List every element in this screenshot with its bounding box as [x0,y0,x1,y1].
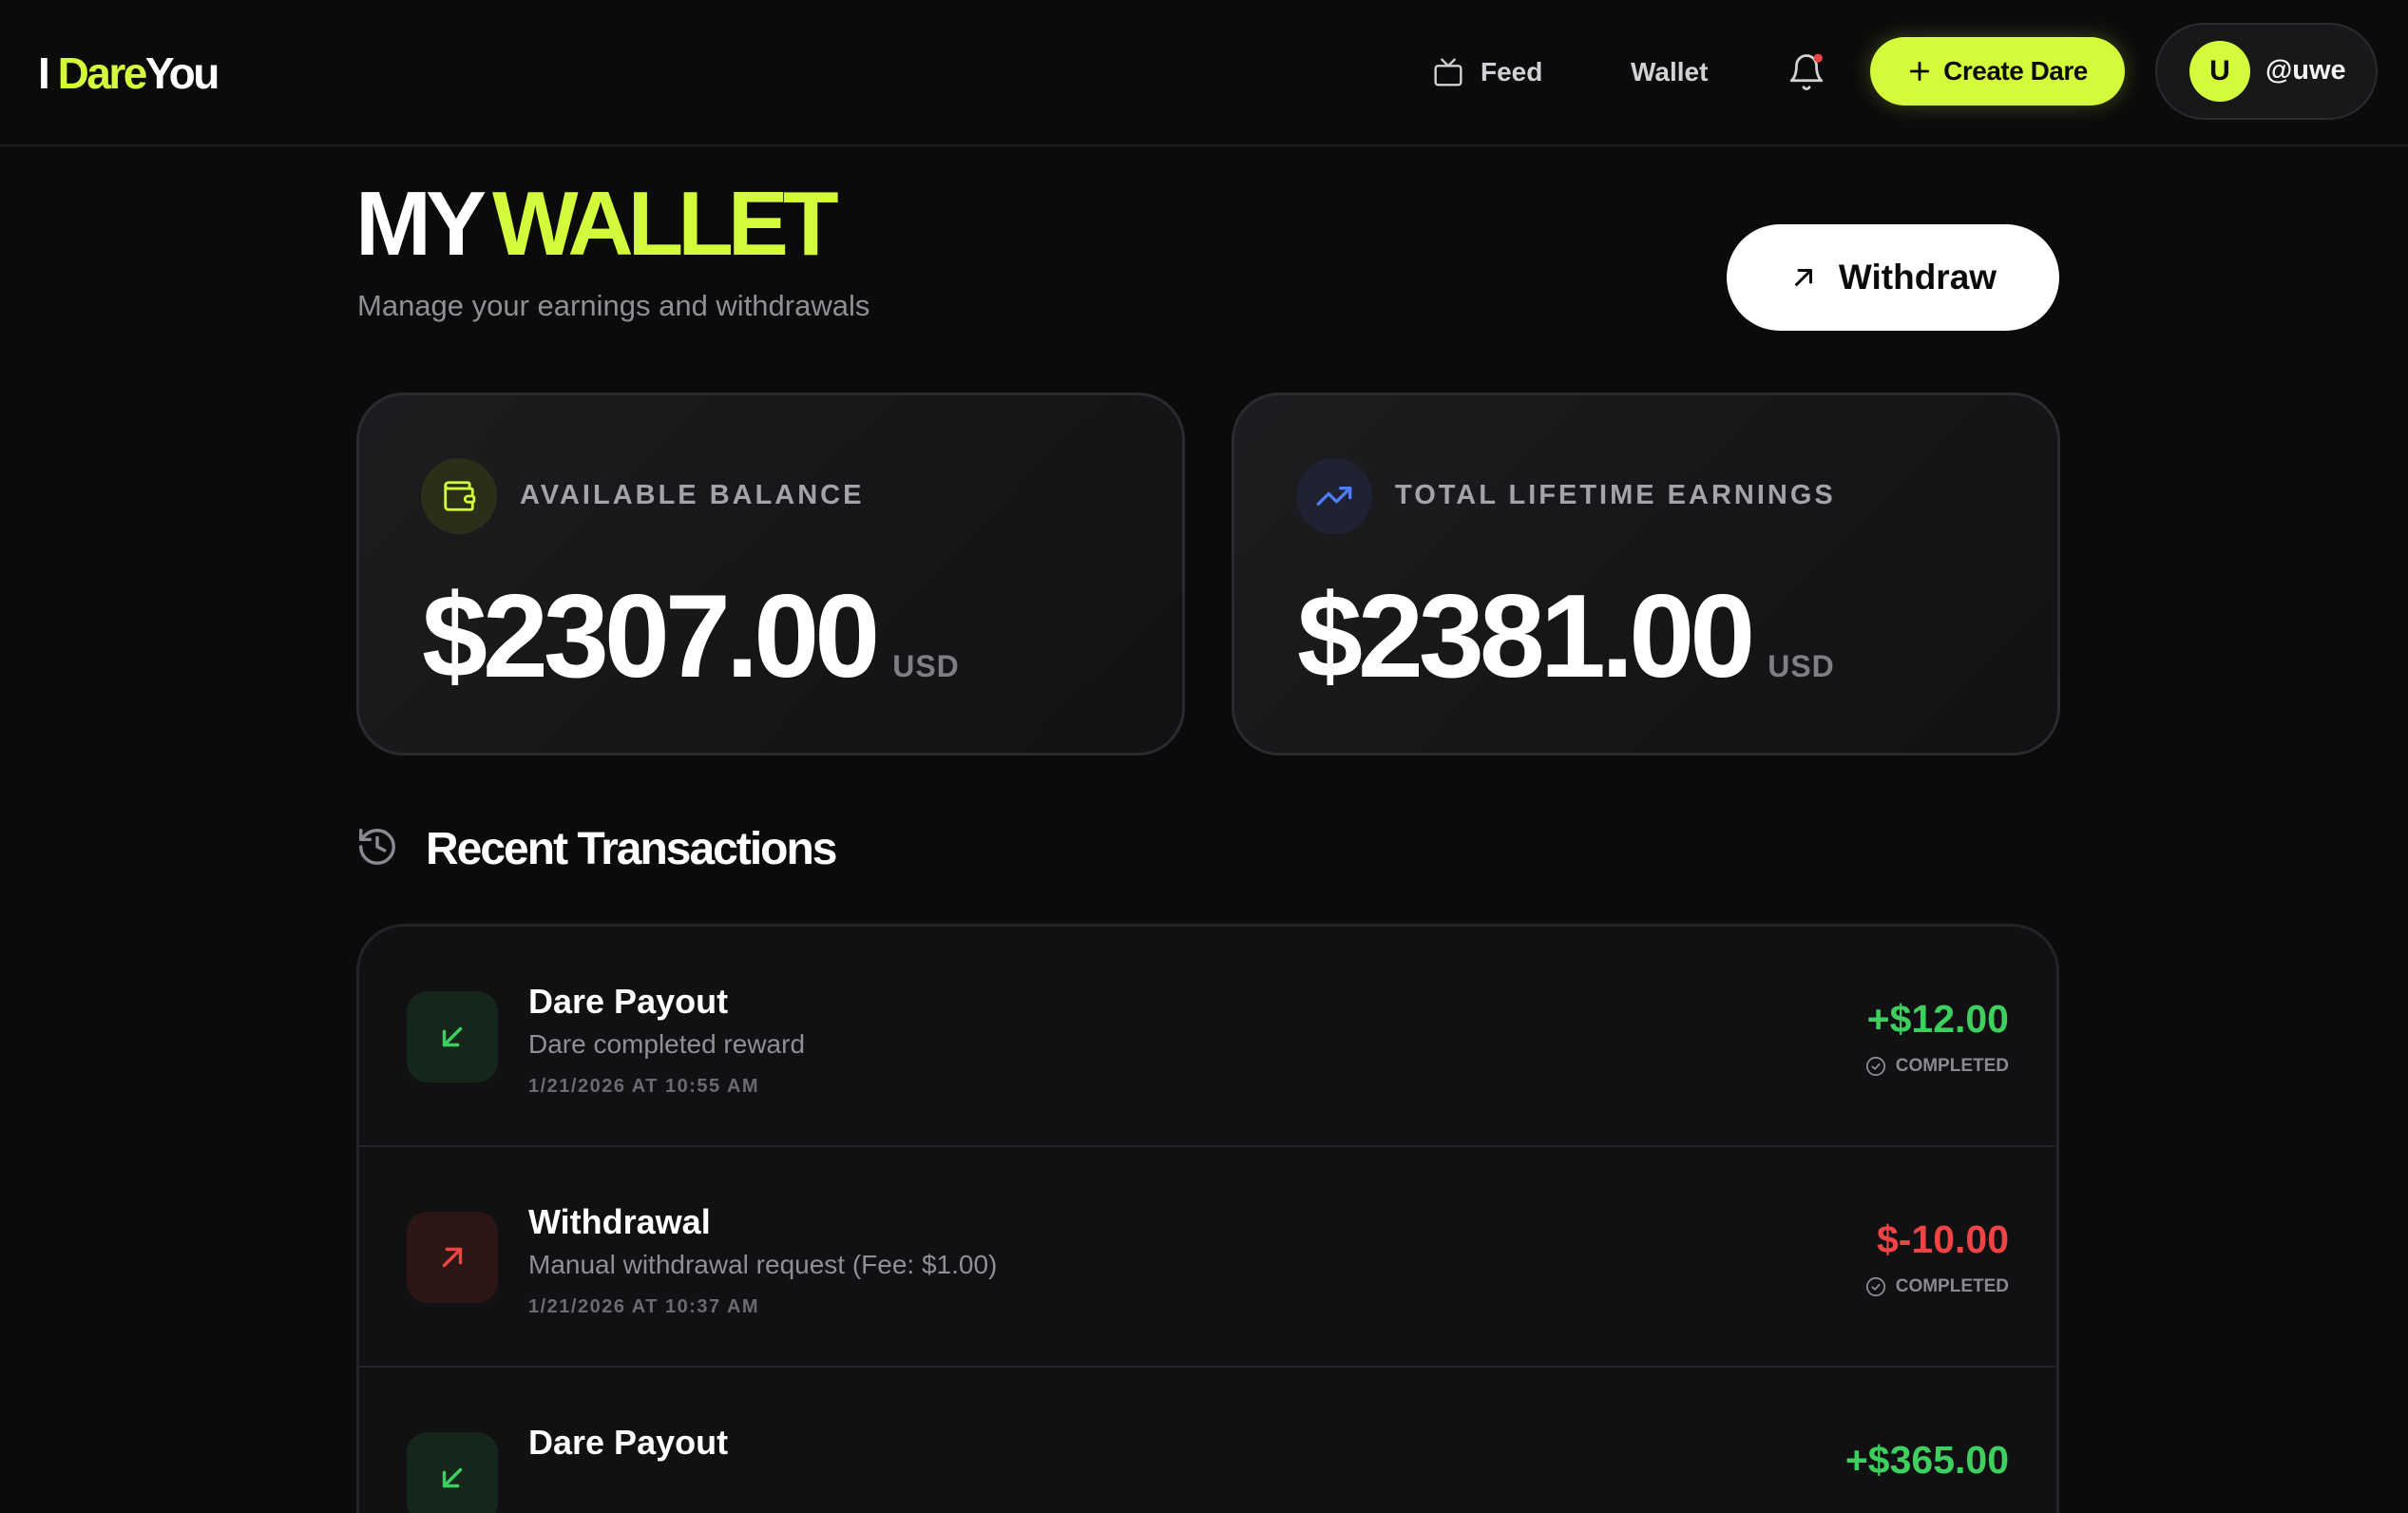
transaction-date: 1/21/2026 AT 10:37 AM [528,1296,760,1317]
transaction-status-label: COMPLETED [1895,1276,2009,1296]
page-title-accent: WALLET [492,173,839,275]
lifetime-earnings-card: TOTAL LIFETIME EARNINGS $2381.00 USD [1232,393,2060,756]
page-subtitle: Manage your earnings and withdrawals [357,289,870,322]
create-dare-button[interactable]: Create Dare [1870,37,2125,105]
check-circle-icon [1865,1056,1885,1077]
transactions-list: Dare Payout Dare completed reward 1/21/2… [356,924,2059,1513]
top-navbar: I DareYou Feed Wallet Create Dare U @uwe [0,0,2408,146]
available-balance-value: $2307.00 [422,571,880,702]
transaction-row[interactable]: Dare Payout Dare completed reward 1/21/2… [359,927,2056,1147]
transaction-title: Dare Payout [528,1423,729,1462]
withdraw-label: Withdraw [1838,258,1997,297]
page-title: MY WALLET [355,167,839,281]
lifetime-earnings-label: TOTAL LIFETIME EARNINGS [1395,480,1836,510]
transaction-amount: $-10.00 [1876,1217,2009,1261]
page-title-plain: MY [355,173,487,275]
check-circle-icon [1865,1276,1885,1297]
transaction-status: COMPLETED [1865,1276,2009,1297]
section-title: Recent Transactions [426,824,837,874]
nav-wallet[interactable]: Wallet [1631,49,1708,95]
tv-icon [1434,58,1462,86]
transaction-amount: +$365.00 [1844,1438,2009,1482]
lifetime-earnings-value: $2381.00 [1297,571,1755,702]
trending-up-icon [1316,486,1352,506]
transaction-status: COMPLETED [1865,1056,2009,1077]
trending-icon-badge [1296,458,1372,534]
nav-feed-label: Feed [1481,57,1543,86]
transaction-amount: +$12.00 [1866,997,2009,1041]
user-menu[interactable]: U @uwe [2155,23,2378,120]
plus-icon [1910,61,1930,82]
history-icon [359,829,395,865]
withdraw-button[interactable]: Withdraw [1727,224,2059,331]
arrow-down-left-icon [442,1467,463,1488]
arrow-up-right-icon [1794,269,1812,286]
available-balance-unit: USD [892,649,960,683]
available-balance-amount: $2307.00 USD [422,570,960,703]
arrow-down-left-icon [442,1026,463,1047]
nav-wallet-label: Wallet [1631,57,1709,86]
transaction-title: Withdrawal [528,1202,711,1241]
transaction-row[interactable]: Dare Payout +$365.00 [359,1368,2056,1513]
transaction-row[interactable]: Withdrawal Manual withdrawal request (Fe… [359,1147,2056,1368]
transaction-description: Manual withdrawal request (Fee: $1.00) [528,1250,998,1279]
lifetime-earnings-unit: USD [1768,649,1835,683]
transaction-title: Dare Payout [528,982,729,1021]
wallet-icon [444,481,476,511]
bell-icon [1789,53,1824,90]
outgoing-badge [407,1212,498,1303]
lifetime-earnings-amount: $2381.00 USD [1297,570,1835,703]
transaction-date: 1/21/2026 AT 10:55 AM [528,1076,760,1097]
available-balance-card: AVAILABLE BALANCE $2307.00 USD [356,393,1185,756]
incoming-badge [407,991,498,1082]
notifications-button[interactable] [1787,51,1826,93]
create-dare-label: Create Dare [1943,56,2088,86]
nav-feed[interactable]: Feed [1433,49,1542,95]
wallet-icon-badge [421,458,497,534]
available-balance-label: AVAILABLE BALANCE [520,480,865,510]
arrow-up-right-icon [442,1247,463,1268]
logo[interactable]: I DareYou [38,46,220,101]
transaction-description: Dare completed reward [528,1029,806,1059]
transaction-status-label: COMPLETED [1895,1056,2009,1076]
notification-dot [1813,53,1823,63]
logo-prefix: I [38,48,50,98]
logo-suffix: You [144,48,220,98]
username: @uwe [2265,55,2346,86]
avatar: U [2189,41,2250,102]
incoming-badge [407,1432,498,1513]
logo-accent: Dare [57,48,148,98]
